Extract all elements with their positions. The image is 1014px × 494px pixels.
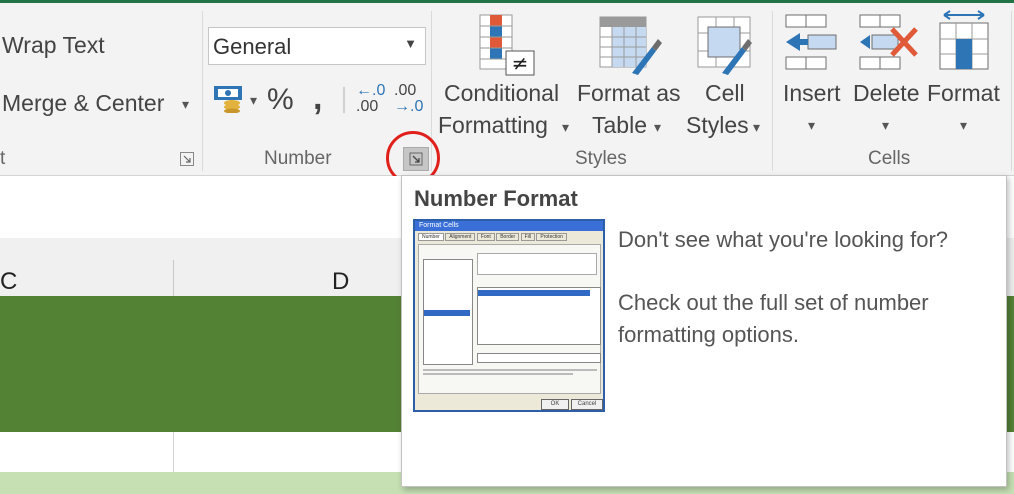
preview-cancel-button: Cancel <box>571 399 603 410</box>
tooltip-line-2: Check out the full set of number <box>618 290 929 315</box>
format-cells-dialog-preview: Format Cells Number Alignment Font Borde… <box>413 219 605 412</box>
preview-tab: Fill <box>520 233 536 241</box>
tooltip-title: Number Format <box>414 186 578 211</box>
number-format-value: General <box>213 34 292 59</box>
column-header-d[interactable]: D <box>332 268 349 296</box>
increase-decimal-bottom: .00 <box>356 98 379 115</box>
format-as-table-label-2[interactable]: Table <box>592 112 647 139</box>
merge-center-button[interactable]: Merge & Center <box>2 90 164 117</box>
column-header-c[interactable]: C <box>0 268 17 296</box>
alignment-dialog-launcher-icon[interactable] <box>180 152 194 166</box>
svg-text:≠: ≠ <box>512 51 529 75</box>
preview-locale-dropdown <box>477 353 601 363</box>
format-cells-icon <box>938 9 994 78</box>
increase-decimal-button[interactable]: ←.0 .00 <box>356 83 385 115</box>
insert-dropdown[interactable]: ▾ <box>808 117 815 134</box>
ribbon: Wrap Text Merge & Center ▾ t General ▼ ▾… <box>0 3 1014 176</box>
preview-tab: Font <box>476 233 495 241</box>
preview-sample-box <box>477 253 597 275</box>
preview-tab: Number <box>418 233 444 241</box>
preview-ok-button: OK <box>541 399 569 410</box>
number-format-dropdown[interactable]: General ▼ <box>208 27 426 65</box>
insert-cells-button[interactable]: Insert <box>783 80 841 107</box>
wrap-text-button[interactable]: Wrap Text <box>2 32 105 59</box>
chevron-down-icon: ▼ <box>404 36 417 51</box>
preview-tab: Alignment <box>445 233 476 241</box>
merge-center-dropdown[interactable]: ▾ <box>182 96 189 113</box>
delete-cells-icon <box>858 13 920 78</box>
tooltip-line-1: Don't see what you're looking for? <box>618 227 949 252</box>
decrease-decimal-top: .00 <box>394 82 417 99</box>
format-as-table-label[interactable]: Format as <box>577 80 681 107</box>
preview-category-list <box>423 259 473 365</box>
preview-tab: Border <box>496 233 520 241</box>
increase-decimal-top: ←.0 <box>356 82 386 99</box>
cell-styles-icon <box>696 13 760 82</box>
cell-styles-label-2[interactable]: Styles <box>686 112 749 139</box>
insert-cells-icon <box>784 13 840 78</box>
format-as-table-dropdown[interactable]: ▾ <box>654 119 661 136</box>
format-cells-button[interactable]: Format <box>927 80 1000 107</box>
decrease-decimal-button[interactable]: .00 →.0 <box>394 83 423 115</box>
preview-title: Format Cells <box>419 222 459 229</box>
format-as-table-icon <box>598 13 662 82</box>
percent-style-button[interactable]: % <box>267 83 294 117</box>
tooltip-line-3: formatting options. <box>618 322 799 347</box>
preview-titlebar: Format Cells <box>415 221 603 231</box>
number-group-label: Number <box>264 148 332 169</box>
comma-style-button[interactable]: , <box>313 79 322 118</box>
conditional-formatting-label[interactable]: Conditional <box>444 80 559 107</box>
preview-tab: Protection <box>536 233 567 241</box>
accounting-dropdown[interactable]: ▾ <box>250 92 257 109</box>
conditional-formatting-icon: ≠ <box>476 13 540 82</box>
preview-body <box>418 244 601 394</box>
conditional-formatting-label-2[interactable]: Formatting <box>438 112 548 139</box>
cell-styles-label[interactable]: Cell <box>705 80 745 107</box>
alignment-group-label: t <box>0 148 6 169</box>
preview-type-list <box>477 287 601 345</box>
number-format-tooltip: Number Format Format Cells Number Alignm… <box>401 175 1007 487</box>
accounting-format-icon[interactable] <box>212 83 248 118</box>
delete-dropdown[interactable]: ▾ <box>882 117 889 134</box>
conditional-formatting-dropdown[interactable]: ▾ <box>562 119 569 136</box>
cells-group-label: Cells <box>868 148 911 169</box>
preview-tabs: Number Alignment Font Border Fill Protec… <box>418 233 603 244</box>
delete-cells-button[interactable]: Delete <box>853 80 919 107</box>
format-dropdown[interactable]: ▾ <box>960 117 967 134</box>
styles-group-label: Styles <box>575 148 627 169</box>
cell-styles-dropdown[interactable]: ▾ <box>753 119 760 136</box>
decrease-decimal-bottom: →.0 <box>394 98 424 115</box>
